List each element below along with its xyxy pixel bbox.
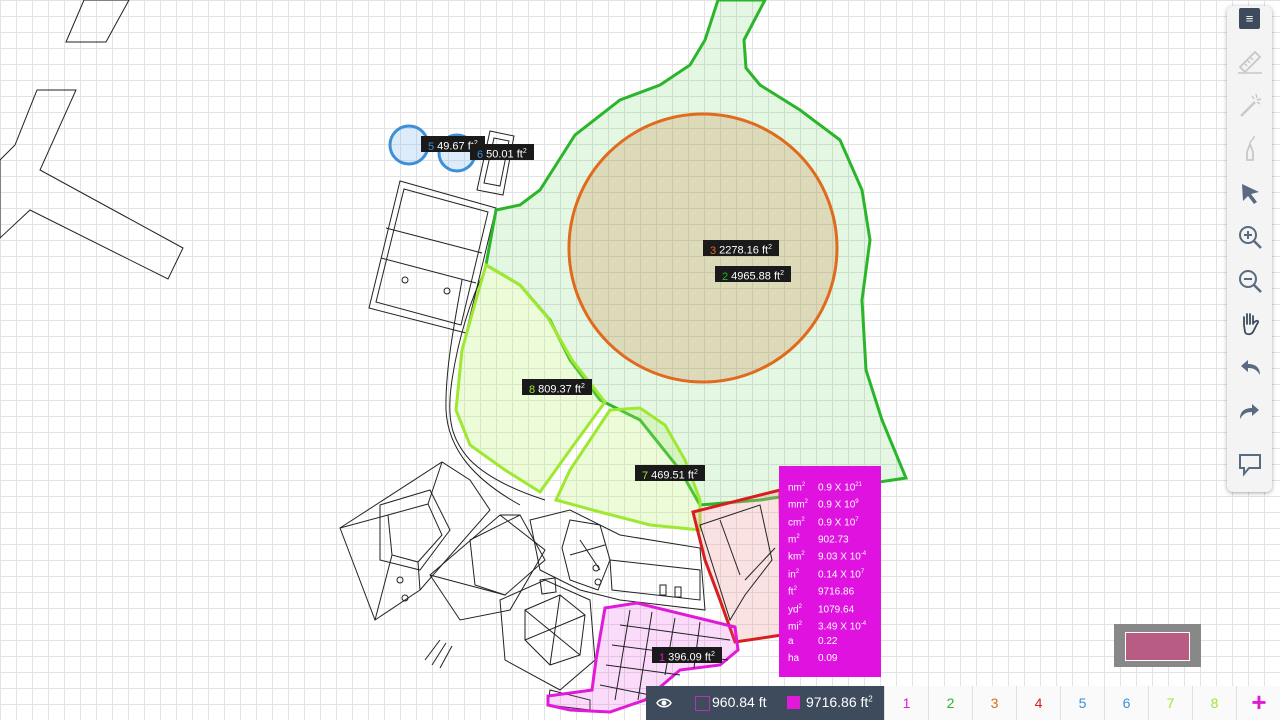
- tool-palette: ≡: [1227, 6, 1272, 492]
- area-value: 396.09 ft: [668, 651, 711, 664]
- area-number: 5: [428, 140, 435, 153]
- unit-row: mm2 0.9 X 109: [788, 499, 859, 511]
- unit-conversion-panel: nm2 0.9 X 1021 mm2 0.9 X 109 cm2 0.9 X 107 …: [779, 466, 881, 677]
- pan-hand-icon[interactable]: [1235, 309, 1265, 339]
- layer-tab-4[interactable]: 4: [1016, 686, 1060, 720]
- area-label-2: 2 4965.88 ft2: [715, 266, 791, 283]
- area-label-7: 7 469.51 ft2: [635, 465, 705, 482]
- zoom-out-icon[interactable]: [1235, 266, 1265, 296]
- fill-color-picker[interactable]: [1114, 624, 1201, 667]
- area-label-6: 6 50.01 ft2: [470, 144, 534, 161]
- unit-row: a 0.22: [788, 636, 838, 647]
- menu-icon[interactable]: ≡: [1239, 8, 1260, 29]
- layer-tab-1[interactable]: 1: [884, 686, 928, 720]
- perimeter-color-swatch: [695, 696, 710, 711]
- area-value: 50.01 ft: [486, 148, 523, 161]
- area-value: 2278.16 ft: [719, 244, 769, 257]
- unit-row: km2 9.03 X 10-4: [788, 551, 867, 563]
- ruler-icon[interactable]: [1235, 47, 1265, 77]
- layer-tab-7[interactable]: 7: [1148, 686, 1192, 720]
- area-color-swatch: [787, 696, 800, 709]
- layer-tab-3[interactable]: 3: [972, 686, 1016, 720]
- area-value: 49.67 ft: [437, 140, 474, 153]
- building-outline: [0, 0, 184, 280]
- layer-tab-8[interactable]: 8: [1192, 686, 1236, 720]
- map-canvas[interactable]: [0, 0, 1280, 720]
- area-label-8: 8 809.37 ft2: [522, 379, 592, 396]
- measurement-bar: 960.84 ft 9716.86 ft2 1 2 3 4 5 6 7 8 +: [646, 686, 1280, 720]
- area-value: 4965.88 ft: [731, 270, 781, 283]
- unit-row: ft2 9716.86: [788, 586, 855, 598]
- pointer-icon[interactable]: [1235, 178, 1265, 208]
- area-number: 3: [710, 244, 717, 257]
- measurement-stats: 960.84 ft 9716.86 ft2: [646, 686, 884, 720]
- area-number: 7: [642, 469, 649, 482]
- unit-row: nm2 0.9 X 1021: [788, 482, 862, 494]
- layer-tab-6[interactable]: 6: [1104, 686, 1148, 720]
- area-number: 1: [659, 651, 666, 664]
- pen-icon[interactable]: [1235, 134, 1265, 164]
- unit-row: ha 0.09: [788, 653, 838, 664]
- magic-wand-icon[interactable]: [1235, 90, 1265, 120]
- add-layer-button[interactable]: +: [1236, 686, 1280, 720]
- eye-icon[interactable]: [656, 695, 672, 711]
- unit-row: cm2 0.9 X 107: [788, 517, 859, 529]
- layer-tab-2[interactable]: 2: [928, 686, 972, 720]
- fill-color-swatch[interactable]: [1125, 632, 1190, 661]
- zoom-in-icon[interactable]: [1235, 222, 1265, 252]
- area-value: 809.37 ft: [538, 383, 581, 396]
- perimeter-value: 960.84 ft: [712, 694, 767, 710]
- unit-row: m2 902.73: [788, 534, 849, 546]
- area-label-1: 1 396.09 ft2: [652, 647, 722, 664]
- unit-row: in2 0.14 X 107: [788, 569, 865, 581]
- area-label-3: 3 2278.16 ft2: [703, 240, 779, 257]
- comment-icon[interactable]: [1235, 449, 1265, 479]
- undo-icon[interactable]: [1235, 353, 1265, 383]
- area-number: 2: [722, 270, 729, 283]
- area-number: 6: [477, 148, 484, 161]
- redo-icon[interactable]: [1235, 397, 1265, 427]
- layer-tab-5[interactable]: 5: [1060, 686, 1104, 720]
- area-number: 8: [529, 383, 536, 396]
- area-value: 469.51 ft: [651, 469, 694, 482]
- unit-row: yd2 1079.64: [788, 604, 855, 616]
- total-area-value: 9716.86 ft2: [806, 694, 873, 710]
- unit-row: mi2 3.49 X 10-4: [788, 621, 867, 633]
